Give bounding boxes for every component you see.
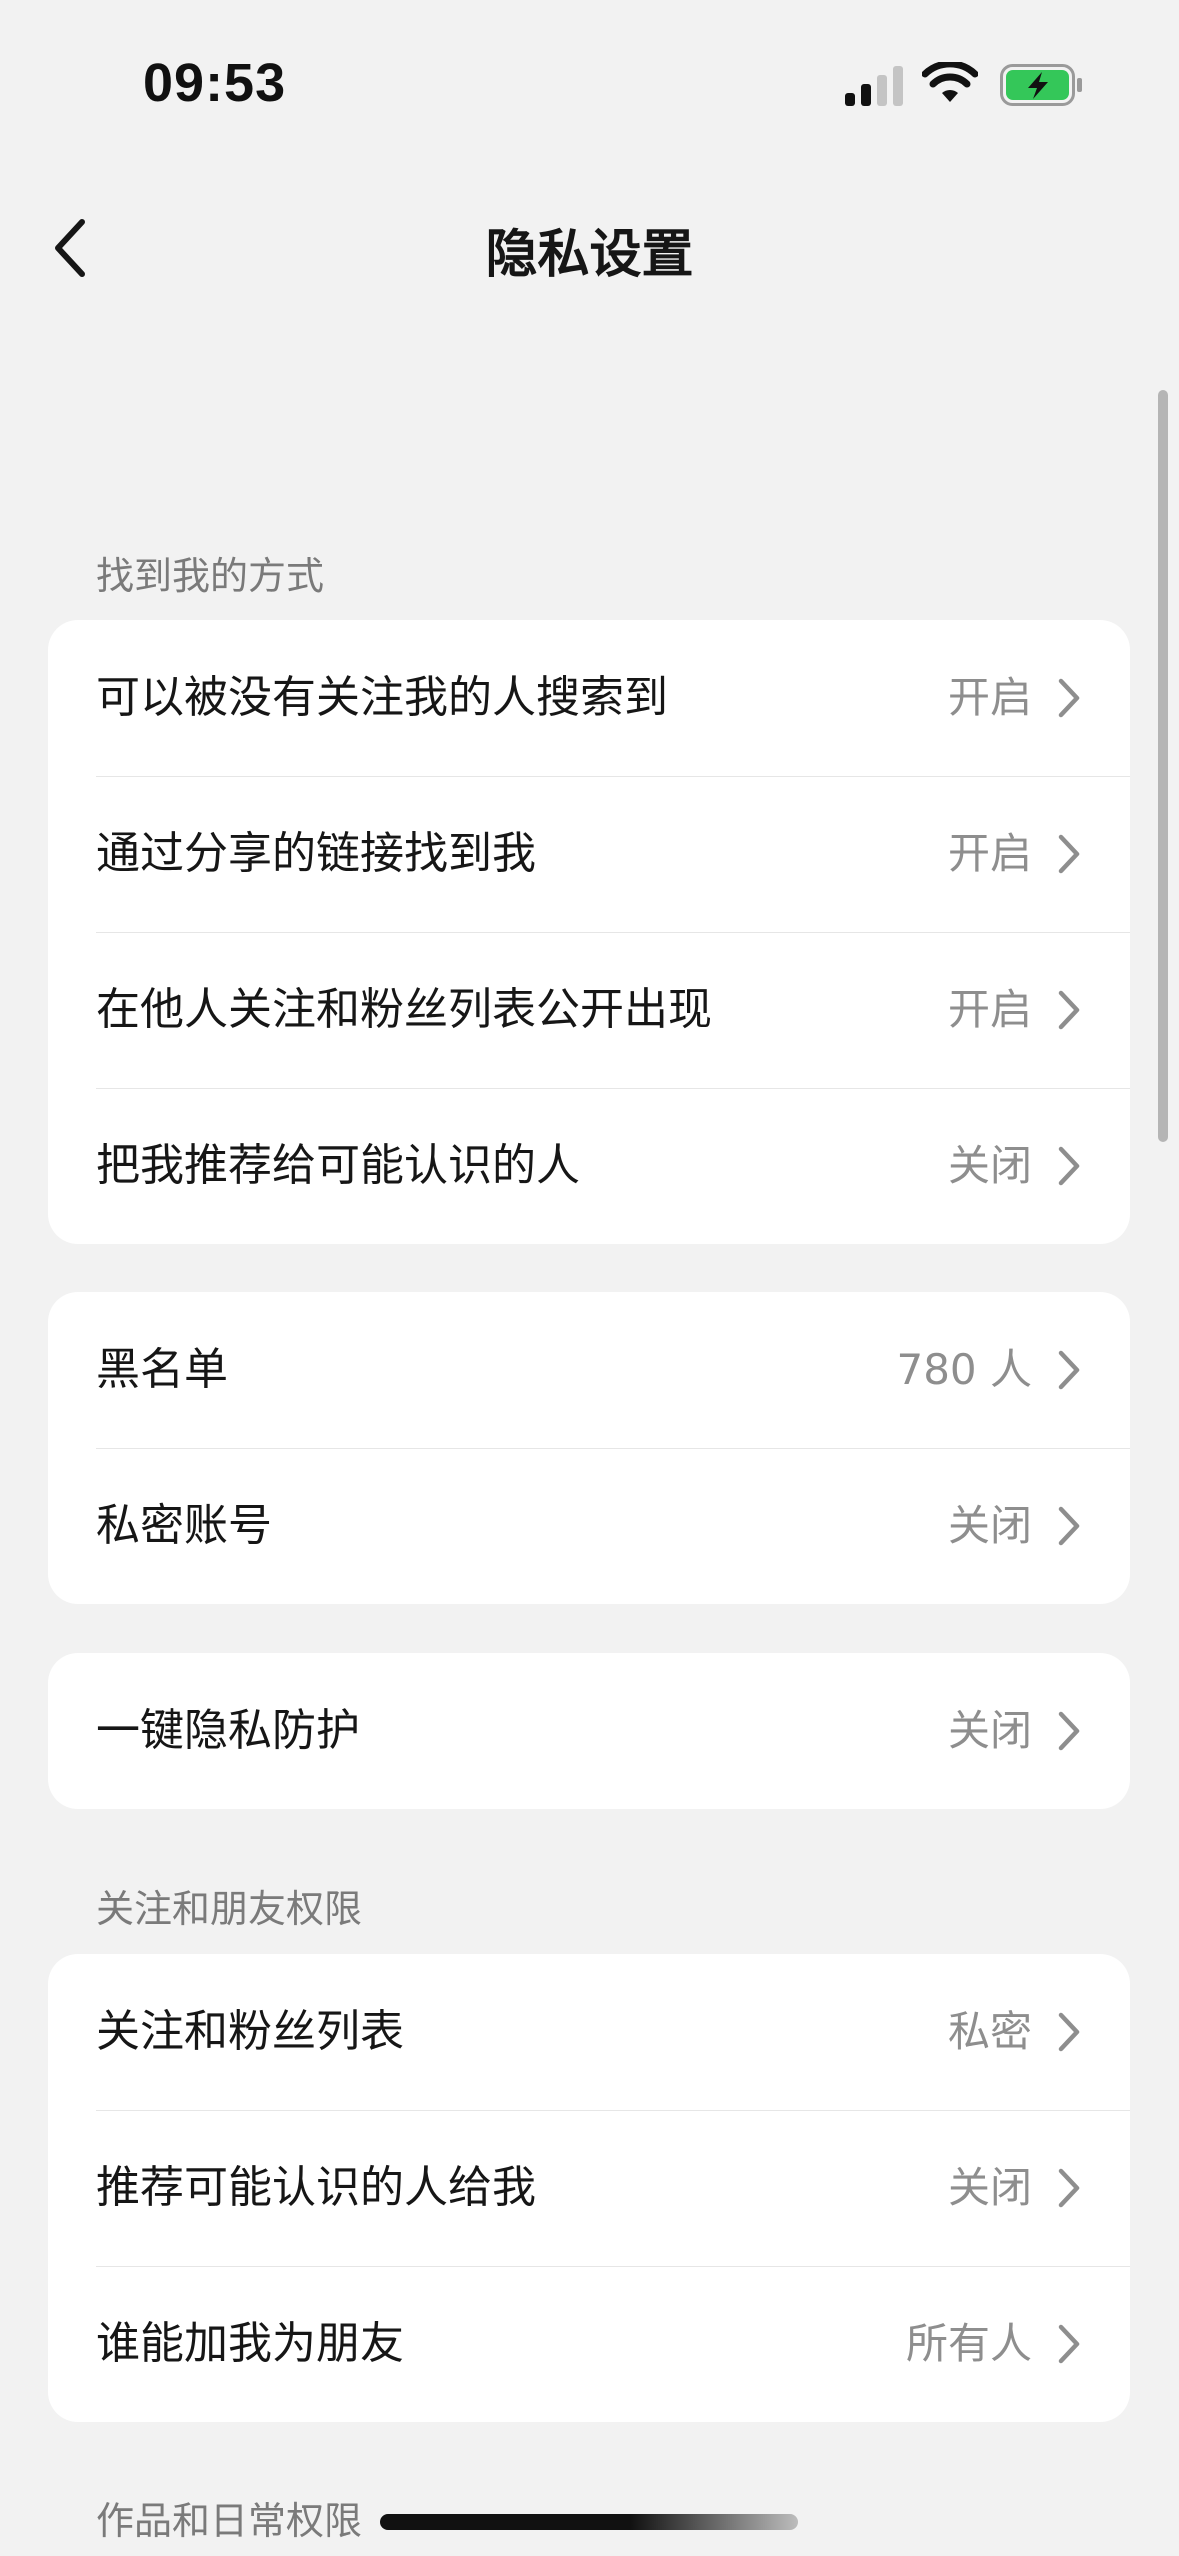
section-header-follow-friend-permissions: 关注和朋友权限 bbox=[96, 1887, 363, 1931]
chevron-right-icon bbox=[1058, 2168, 1080, 2208]
setting-row-one-tap-privacy[interactable]: 一键隐私防护 关闭 bbox=[48, 1653, 1130, 1809]
battery-charging-icon bbox=[1000, 64, 1082, 106]
settings-card-find-me: 可以被没有关注我的人搜索到 开启 通过分享的链接找到我 开启 在他人关注和粉丝列… bbox=[48, 620, 1130, 1244]
setting-label: 黑名单 bbox=[96, 1344, 228, 1395]
chevron-right-icon bbox=[1058, 990, 1080, 1030]
setting-row-appear-in-follow-lists[interactable]: 在他人关注和粉丝列表公开出现 开启 bbox=[48, 932, 1130, 1088]
setting-row-private-account[interactable]: 私密账号 关闭 bbox=[48, 1448, 1130, 1604]
setting-value: 所有人 bbox=[905, 2319, 1032, 2368]
setting-label: 关注和粉丝列表 bbox=[96, 2006, 404, 2057]
setting-row-follow-list-visibility[interactable]: 关注和粉丝列表 私密 bbox=[48, 1954, 1130, 2110]
setting-label: 谁能加我为朋友 bbox=[96, 2318, 404, 2369]
chevron-right-icon bbox=[1058, 1711, 1080, 1751]
chevron-right-icon bbox=[1058, 1506, 1080, 1546]
setting-label: 一键隐私防护 bbox=[96, 1705, 360, 1756]
settings-card-account: 黑名单 780 人 私密账号 关闭 bbox=[48, 1292, 1130, 1604]
home-indicator[interactable] bbox=[380, 2514, 798, 2530]
setting-row-find-via-share-link[interactable]: 通过分享的链接找到我 开启 bbox=[48, 776, 1130, 932]
setting-row-who-can-add-friend[interactable]: 谁能加我为朋友 所有人 bbox=[48, 2266, 1130, 2422]
wifi-icon bbox=[922, 62, 978, 102]
section-header-find-me: 找到我的方式 bbox=[96, 554, 325, 598]
setting-label: 把我推荐给可能认识的人 bbox=[96, 1140, 580, 1191]
chevron-right-icon bbox=[1058, 2324, 1080, 2364]
setting-value: 关闭 bbox=[947, 1501, 1032, 1550]
setting-value: 关闭 bbox=[947, 1141, 1032, 1190]
chevron-right-icon bbox=[1058, 834, 1080, 874]
section-header-works-daily-permissions: 作品和日常权限 bbox=[96, 2499, 363, 2543]
setting-value: 开启 bbox=[947, 829, 1032, 878]
status-bar: 09:53 bbox=[0, 0, 1179, 170]
setting-value: 私密 bbox=[947, 2007, 1032, 2056]
chevron-right-icon bbox=[1058, 2012, 1080, 2052]
setting-value: 关闭 bbox=[947, 2163, 1032, 2212]
setting-row-searchable-by-non-followers[interactable]: 可以被没有关注我的人搜索到 开启 bbox=[48, 620, 1130, 776]
chevron-right-icon bbox=[1058, 678, 1080, 718]
setting-label: 可以被没有关注我的人搜索到 bbox=[96, 672, 668, 723]
setting-label: 推荐可能认识的人给我 bbox=[96, 2162, 536, 2213]
scrollbar[interactable] bbox=[1158, 390, 1168, 1142]
setting-value: 关闭 bbox=[947, 1706, 1032, 1755]
chevron-right-icon bbox=[1058, 1146, 1080, 1186]
setting-value: 780 人 bbox=[896, 1345, 1032, 1394]
status-time: 09:53 bbox=[143, 53, 287, 113]
setting-value: 开启 bbox=[947, 985, 1032, 1034]
setting-row-recommend-to-me[interactable]: 推荐可能认识的人给我 关闭 bbox=[48, 2110, 1130, 2266]
setting-value: 开启 bbox=[947, 673, 1032, 722]
setting-row-blacklist[interactable]: 黑名单 780 人 bbox=[48, 1292, 1130, 1448]
setting-label: 通过分享的链接找到我 bbox=[96, 828, 536, 879]
settings-card-privacy-protection: 一键隐私防护 关闭 bbox=[48, 1653, 1130, 1809]
settings-card-follow-friend: 关注和粉丝列表 私密 推荐可能认识的人给我 关闭 谁能加我为朋友 所有人 bbox=[48, 1954, 1130, 2422]
page-title: 隐私设置 bbox=[485, 225, 694, 285]
navigation-bar: 隐私设置 bbox=[0, 170, 1179, 320]
chevron-right-icon bbox=[1058, 1350, 1080, 1390]
setting-label: 在他人关注和粉丝列表公开出现 bbox=[96, 984, 712, 1035]
setting-label: 私密账号 bbox=[96, 1500, 272, 1551]
setting-row-recommend-me[interactable]: 把我推荐给可能认识的人 关闭 bbox=[48, 1088, 1130, 1244]
cellular-signal-icon bbox=[845, 66, 903, 106]
